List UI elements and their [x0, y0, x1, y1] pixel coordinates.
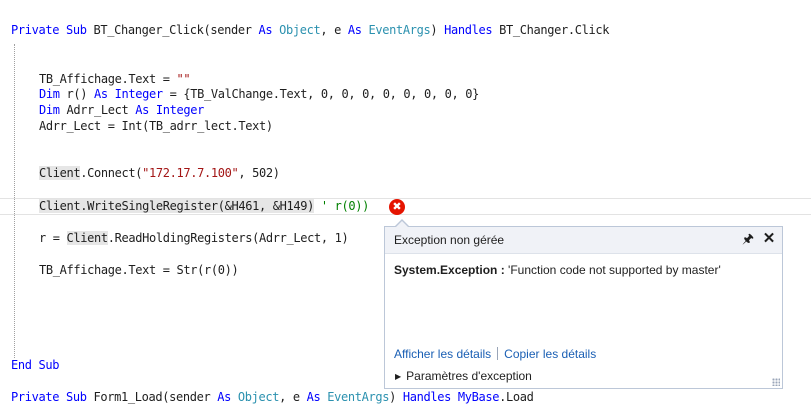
- link-separator: [497, 347, 499, 360]
- keyword: As: [135, 103, 149, 117]
- exception-type: System.Exception :: [394, 263, 505, 277]
- keyword: As: [94, 87, 108, 101]
- exception-text: 'Function code not supported by master': [504, 263, 721, 277]
- keyword: Handles: [402, 390, 451, 404]
- keyword: Integer: [155, 103, 204, 117]
- close-icon[interactable]: ✕: [761, 230, 777, 248]
- code-line-5[interactable]: Adrr_Lect = Int(TB_adrr_lect.Text): [39, 118, 273, 134]
- exception-params-toggle[interactable]: ▶ Paramètres d'exception: [395, 369, 532, 383]
- code-text: .ReadHoldingRegisters(Adrr_Lect, 1): [107, 231, 349, 245]
- popup-links: Afficher les détails Copier les détails: [394, 347, 596, 361]
- type-name: EventArgs: [368, 23, 431, 37]
- code-line-3[interactable]: Dim r() As Integer = {TB_ValChange.Text,…: [39, 86, 479, 102]
- code-text: BT_Changer_Click(sender: [86, 23, 259, 37]
- type-name: Object: [237, 390, 280, 404]
- code-line-10[interactable]: End Sub: [11, 357, 59, 373]
- code-line-4[interactable]: Dim Adrr_Lect As Integer: [39, 102, 204, 118]
- keyword: As: [258, 23, 273, 37]
- keyword: Handles: [444, 23, 493, 37]
- exception-message: System.Exception : 'Function code not su…: [394, 263, 721, 277]
- code-line-11[interactable]: Private Sub Form1_Load(sender As Object,…: [11, 389, 534, 405]
- keyword: Private Sub: [11, 390, 87, 404]
- keyword: End Sub: [11, 358, 60, 372]
- code-text: .Load: [499, 390, 534, 404]
- copy-details-link[interactable]: Copier les détails: [504, 347, 596, 361]
- symbol-highlight: Client: [39, 166, 81, 180]
- keyword: Dim: [39, 103, 60, 117]
- type-name: Object: [279, 23, 321, 37]
- keyword: As: [217, 390, 231, 404]
- keyword: As: [347, 23, 362, 37]
- keyword: MyBase: [457, 390, 500, 404]
- keyword: Dim: [39, 87, 60, 101]
- code-text: .Connect(: [80, 166, 143, 180]
- string-literal: "172.17.7.100": [142, 166, 239, 180]
- code-text: r(): [59, 87, 94, 101]
- symbol-highlight: Client: [66, 231, 108, 245]
- code-text: = {TB_ValChange.Text, 0, 0, 0, 0, 0, 0, …: [162, 87, 480, 101]
- popup-pointer-fill: [395, 221, 409, 228]
- code-text: BT_Changer.Click: [492, 23, 610, 37]
- exception-params-label: Paramètres d'exception: [406, 369, 532, 383]
- keyword: As: [306, 390, 321, 404]
- error-icon[interactable]: ✖: [389, 199, 405, 215]
- popup-title: Exception non gérée: [394, 233, 505, 247]
- code-line-1[interactable]: Private Sub BT_Changer_Click(sender As O…: [11, 22, 609, 38]
- symbol-highlight: Client.WriteSingleRegister(&H461, &H149): [39, 199, 314, 213]
- code-text: , 502): [238, 166, 280, 180]
- code-text: , e: [320, 23, 348, 37]
- show-details-link[interactable]: Afficher les détails: [394, 347, 491, 361]
- code-text: Adrr_Lect: [59, 103, 136, 117]
- keyword: Private Sub: [11, 23, 87, 37]
- code-text: r =: [39, 231, 67, 245]
- pin-icon[interactable]: 🖈: [742, 231, 754, 247]
- code-line-7[interactable]: Client.WriteSingleRegister(&H461, &H149)…: [39, 198, 369, 214]
- exception-popup: Exception non gérée 🖈 ✕ System.Exception…: [384, 226, 783, 389]
- code-text: ): [430, 23, 445, 37]
- popup-header: Exception non gérée 🖈 ✕: [385, 227, 782, 254]
- code-line-6[interactable]: Client.Connect("172.17.7.100", 502): [39, 165, 280, 181]
- code-text: TB_Affichage.Text =: [39, 72, 177, 86]
- comment: ' r(0)): [314, 199, 369, 213]
- code-text: Adrr_Lect = Int(TB_adrr_lect.Text): [39, 119, 273, 133]
- code-text: Form1_Load(sender: [86, 390, 218, 404]
- code-line-8[interactable]: r = Client.ReadHoldingRegisters(Adrr_Lec…: [39, 230, 349, 246]
- code-line-2[interactable]: TB_Affichage.Text = "": [39, 71, 191, 87]
- keyword: Integer: [114, 87, 163, 101]
- code-line-9[interactable]: TB_Affichage.Text = Str(r(0)): [39, 262, 239, 278]
- code-text: TB_Affichage.Text = Str(r(0)): [39, 263, 239, 277]
- string-literal: "": [176, 72, 191, 86]
- type-name: EventArgs: [327, 390, 390, 404]
- code-text: , e: [279, 390, 307, 404]
- resize-grip[interactable]: [772, 378, 780, 386]
- expand-arrow-icon: ▶: [395, 372, 402, 381]
- code-text: ): [389, 390, 403, 404]
